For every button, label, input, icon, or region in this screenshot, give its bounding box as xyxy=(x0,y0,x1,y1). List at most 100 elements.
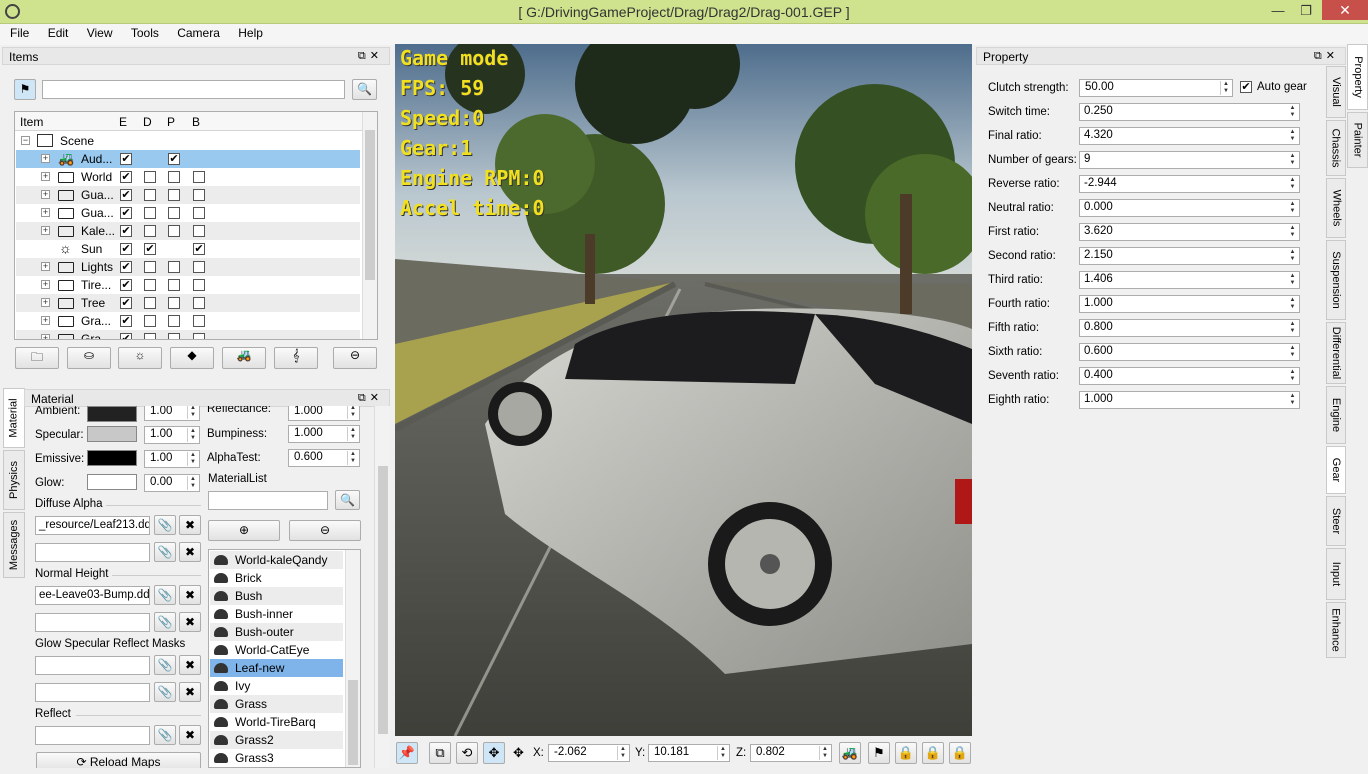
scrollbar-thumb[interactable] xyxy=(348,680,358,765)
checkbox-d[interactable] xyxy=(144,171,156,183)
clutch-spin[interactable]: 50.00 ▲ ▼ xyxy=(1079,79,1233,97)
checkbox-e[interactable]: ✔ xyxy=(120,315,132,327)
material-list-item[interactable]: Bush-outer xyxy=(210,623,343,641)
expand-icon[interactable]: + xyxy=(41,208,50,217)
checkbox-b[interactable] xyxy=(193,207,205,219)
move-icon[interactable]: ✥ xyxy=(483,742,505,764)
scrollbar-thumb[interactable] xyxy=(378,466,388,734)
material-list-item[interactable]: Bush xyxy=(210,587,343,605)
close-button[interactable]: ✕ xyxy=(1322,0,1368,20)
menu-camera[interactable]: Camera xyxy=(177,24,220,42)
checkbox-d[interactable] xyxy=(144,297,156,309)
checkbox-b[interactable] xyxy=(193,297,205,309)
tab-material[interactable]: Material xyxy=(3,388,25,448)
attach-icon[interactable]: 📎 xyxy=(154,585,176,605)
attach-icon[interactable]: 📎 xyxy=(154,515,176,535)
scrollbar-thumb[interactable] xyxy=(365,130,375,280)
menu-help[interactable]: Help xyxy=(238,24,263,42)
3d-viewport[interactable]: Game mode FPS: 59 Speed:0 Gear:1 Engine … xyxy=(395,44,972,736)
checkbox-b[interactable] xyxy=(193,189,205,201)
flag-icon[interactable]: ⚑ xyxy=(14,79,36,100)
panel-buttons[interactable]: ⧉✕ xyxy=(358,391,383,405)
clear-icon[interactable]: ✖ xyxy=(179,682,201,702)
col-b[interactable]: B xyxy=(192,115,200,129)
height-texture-field[interactable] xyxy=(35,613,150,632)
tab-suspension[interactable]: Suspension xyxy=(1326,240,1346,320)
checkbox-d[interactable] xyxy=(144,333,156,339)
checkbox-b[interactable] xyxy=(193,261,205,273)
expand-icon[interactable]: + xyxy=(41,280,50,289)
add-folder-button[interactable]: 🗀 xyxy=(15,347,59,369)
checkbox-b[interactable] xyxy=(193,225,205,237)
material-list-item[interactable]: Grass2 xyxy=(210,731,343,749)
checkbox-b[interactable] xyxy=(193,171,205,183)
checkbox-p[interactable] xyxy=(168,261,180,273)
reflect-texture-field[interactable] xyxy=(35,726,150,745)
checkbox-e[interactable]: ✔ xyxy=(120,261,132,273)
expand-icon[interactable]: + xyxy=(41,154,50,163)
specular-spin[interactable]: 1.00 ▲ ▼ xyxy=(144,426,200,444)
property-spin[interactable]: 4.320 ▲ ▼ xyxy=(1079,127,1300,145)
checkbox-d[interactable] xyxy=(144,261,156,273)
checkbox-p[interactable]: ✔ xyxy=(168,153,180,165)
tree-row[interactable]: + Gra... ✔ xyxy=(16,312,360,330)
material-list-item[interactable]: Ivy xyxy=(210,677,343,695)
tab-differential[interactable]: Differential xyxy=(1326,322,1346,384)
material-list-item[interactable]: Bush-inner xyxy=(210,605,343,623)
property-spin[interactable]: 0.800 ▲ ▼ xyxy=(1079,319,1300,337)
checkbox-p[interactable] xyxy=(168,279,180,291)
property-spin[interactable]: 9 ▲ ▼ xyxy=(1079,151,1300,169)
y-spin[interactable]: 10.181 ▲ ▼ xyxy=(648,744,730,762)
panel-buttons[interactable]: ⧉✕ xyxy=(1314,49,1339,63)
tree-row[interactable]: + Tree ✔ xyxy=(16,294,360,312)
panel-buttons[interactable]: ⧉✕ xyxy=(358,49,383,63)
checkbox-p[interactable] xyxy=(168,333,180,339)
clear-icon[interactable]: ✖ xyxy=(179,612,201,632)
material-scrollbar[interactable] xyxy=(345,550,360,767)
tree-row[interactable]: + Gua... ✔ xyxy=(16,204,360,222)
clear-icon[interactable]: ✖ xyxy=(179,515,201,535)
lock-z-icon[interactable]: 🔒 xyxy=(949,742,971,764)
property-spin[interactable]: 2.150 ▲ ▼ xyxy=(1079,247,1300,265)
collapse-icon[interactable]: − xyxy=(21,136,30,145)
checkbox-p[interactable] xyxy=(168,225,180,237)
minimize-button[interactable]: — xyxy=(1264,0,1292,22)
external-icon[interactable]: ⧉ xyxy=(429,742,451,764)
diffuse-texture-field[interactable]: _resource/Leaf213.dds xyxy=(35,516,150,535)
clear-icon[interactable]: ✖ xyxy=(179,655,201,675)
expand-icon[interactable] xyxy=(41,244,50,253)
tab-gear[interactable]: Gear xyxy=(1326,446,1346,494)
checkbox-b[interactable] xyxy=(193,279,205,291)
tree-row[interactable]: ☼ Sun ✔ ✔ ✔ xyxy=(16,240,360,258)
checkbox-b[interactable] xyxy=(193,333,205,339)
expand-icon[interactable]: + xyxy=(41,190,50,199)
material-list-item[interactable]: Grass xyxy=(210,695,343,713)
property-spin[interactable]: 0.250 ▲ ▼ xyxy=(1079,103,1300,121)
attach-icon[interactable]: 📎 xyxy=(154,612,176,632)
checkbox-p[interactable] xyxy=(168,189,180,201)
search-icon[interactable]: 🔍 xyxy=(352,79,377,100)
add-shape-button[interactable]: ◆ xyxy=(170,347,214,369)
tree-row[interactable]: + Lights ✔ xyxy=(16,258,360,276)
tree-row[interactable]: + Gua... ✔ xyxy=(16,186,360,204)
specular-color[interactable] xyxy=(87,426,137,442)
checkbox-e[interactable]: ✔ xyxy=(120,297,132,309)
flag-icon[interactable]: ⚑ xyxy=(868,742,890,764)
glow-color[interactable] xyxy=(87,474,137,490)
col-item[interactable]: Item xyxy=(20,115,43,129)
property-spin[interactable]: 1.000 ▲ ▼ xyxy=(1079,295,1300,313)
checkbox-e[interactable]: ✔ xyxy=(120,333,132,339)
add-material-button[interactable]: ⊕ xyxy=(208,520,280,541)
normal-texture-field[interactable]: ee-Leave03-Bump.dds xyxy=(35,586,150,605)
clear-icon[interactable]: ✖ xyxy=(179,585,201,605)
attach-icon[interactable]: 📎 xyxy=(154,542,176,562)
add-mesh-button[interactable]: ⛀ xyxy=(67,347,111,369)
mask-texture-field[interactable] xyxy=(35,683,150,702)
glow-spin[interactable]: 0.00 ▲ ▼ xyxy=(144,474,200,492)
bumpiness-spin[interactable]: 1.000 ▲ ▼ xyxy=(288,425,360,443)
checkbox-e[interactable]: ✔ xyxy=(120,207,132,219)
material-list-item[interactable]: Brick xyxy=(210,569,343,587)
checkbox-e[interactable]: ✔ xyxy=(120,243,132,255)
checkbox-e[interactable]: ✔ xyxy=(120,189,132,201)
z-spin[interactable]: 0.802 ▲ ▼ xyxy=(750,744,832,762)
